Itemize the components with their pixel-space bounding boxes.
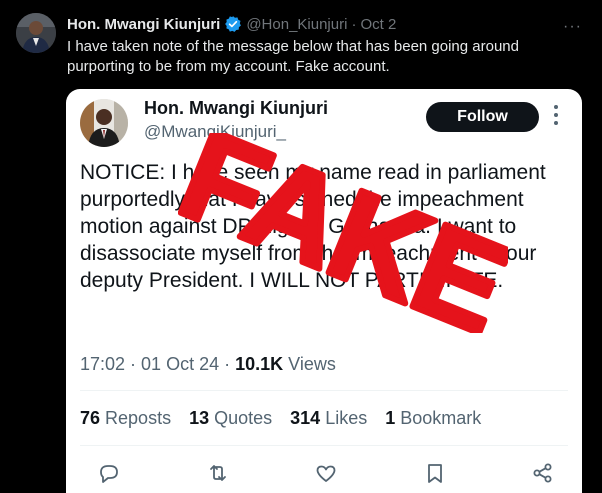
- more-options-icon[interactable]: ···: [563, 18, 582, 36]
- outer-post-date[interactable]: Oct 2: [360, 16, 396, 33]
- action-bar: [96, 461, 556, 493]
- views-label: Views: [288, 354, 336, 374]
- verified-badge-icon: [224, 15, 242, 33]
- inner-author-handle: @MwangiKiunjuri_: [144, 122, 286, 141]
- quotes-stat: 13 Quotes: [189, 408, 273, 428]
- embedded-post-body: NOTICE: I have seen my name read in parl…: [80, 161, 546, 292]
- outer-avatar[interactable]: [16, 13, 56, 53]
- like-icon: [313, 461, 339, 487]
- outer-post-header: Hon. Mwangi Kiunjuri @Hon_Kiunjuri · Oct…: [67, 14, 396, 34]
- header-separator: ·: [351, 15, 357, 33]
- likes-stat: 314 Likes: [290, 408, 368, 428]
- divider: [80, 445, 568, 446]
- inner-more-options-icon: [553, 105, 559, 129]
- post-meta: 17:02 · 01 Oct 24 · 10.1K Views: [80, 354, 336, 374]
- post-time: 17:02: [80, 354, 126, 374]
- engagement-stats: 76 Reposts 13 Quotes 314 Likes 1 Bookmark: [80, 408, 481, 429]
- post-date: 01 Oct 24: [141, 354, 220, 374]
- views-count: 10.1K: [235, 354, 284, 374]
- bookmark-icon: [422, 461, 448, 487]
- divider: [80, 390, 568, 391]
- follow-button: Follow: [426, 102, 539, 132]
- reply-icon: [96, 461, 122, 487]
- repost-icon: [205, 461, 231, 487]
- outer-author-handle[interactable]: @Hon_Kiunjuri: [246, 16, 347, 33]
- outer-post-text: I have taken note of the message below t…: [67, 38, 519, 75]
- inner-avatar: [80, 99, 128, 147]
- embedded-post-card: Hon. Mwangi Kiunjuri @MwangiKiunjuri_ Fo…: [66, 89, 582, 493]
- reposts-stat: 76 Reposts: [80, 408, 172, 428]
- bookmarks-stat: 1 Bookmark: [385, 408, 482, 428]
- inner-author-name: Hon. Mwangi Kiunjuri: [144, 98, 328, 118]
- share-icon: [530, 461, 556, 487]
- outer-author-name[interactable]: Hon. Mwangi Kiunjuri: [67, 16, 220, 33]
